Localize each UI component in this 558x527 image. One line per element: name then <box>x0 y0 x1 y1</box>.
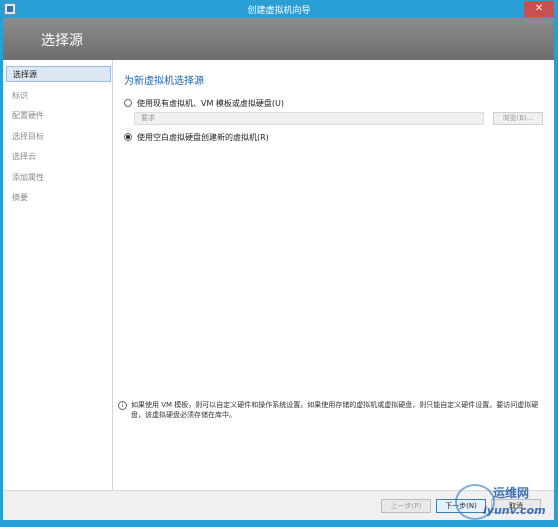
info-icon: i <box>118 401 127 410</box>
close-button[interactable]: ✕ <box>524 1 554 17</box>
window-title: 创建虚拟机向导 <box>247 6 311 16</box>
info-message: i 如果使用 VM 模板，则可以自定义硬件和操作系统设置。如果使用存储的虚拟机或… <box>118 400 548 424</box>
option-blank-disk[interactable]: 使用空白虚拟硬盘创建新的虚拟机(R) <box>124 131 269 143</box>
wizard-footer: 上一步(P) 下一步(N) 取消 <box>3 490 554 520</box>
option-blank-disk-label: 使用空白虚拟硬盘创建新的虚拟机(R) <box>137 132 269 142</box>
sidebar-item-add-properties[interactable]: 添加属性 <box>6 170 111 186</box>
info-text: 如果使用 VM 模板，则可以自定义硬件和操作系统设置。如果使用存储的虚拟机或虚拟… <box>131 401 539 419</box>
sidebar-item-select-destination[interactable]: 选择目标 <box>6 129 111 145</box>
section-title: 为新虚拟机选择源 <box>124 76 204 87</box>
next-button[interactable]: 下一步(N) <box>436 499 486 513</box>
radio-blank-disk[interactable] <box>124 133 132 141</box>
sidebar-item-identity[interactable]: 标识 <box>6 88 111 104</box>
sidebar-item-select-cloud[interactable]: 选择云 <box>6 149 111 165</box>
main-panel: 为新虚拟机选择源 使用现有虚拟机、VM 模板或虚拟硬盘(U) 要求 浏览(B).… <box>116 60 554 490</box>
page-header: 选择源 <box>3 18 554 60</box>
sidebar-item-summary[interactable]: 摘要 <box>6 190 111 206</box>
source-path-input[interactable]: 要求 <box>134 112 484 125</box>
option-existing-source-label: 使用现有虚拟机、VM 模板或虚拟硬盘(U) <box>137 98 285 108</box>
wizard-content: 选择源 标识 配置硬件 选择目标 选择云 添加属性 摘要 为新虚拟机选择源 使用… <box>3 60 554 520</box>
page-title: 选择源 <box>41 33 83 49</box>
radio-existing-source[interactable] <box>124 99 132 107</box>
title-bar: 创建虚拟机向导 ✕ <box>0 0 558 18</box>
wizard-window: 创建虚拟机向导 ✕ 选择源 选择源 标识 配置硬件 选择目标 选择云 添加属性 … <box>0 0 558 527</box>
option-existing-source[interactable]: 使用现有虚拟机、VM 模板或虚拟硬盘(U) <box>124 97 284 109</box>
sidebar-item-configure-hardware[interactable]: 配置硬件 <box>6 108 111 124</box>
sidebar-item-select-source[interactable]: 选择源 <box>6 66 111 82</box>
browse-button[interactable]: 浏览(B)... <box>493 112 543 125</box>
cancel-button[interactable]: 取消 <box>491 499 541 513</box>
previous-button[interactable]: 上一步(P) <box>381 499 431 513</box>
wizard-steps-sidebar: 选择源 标识 配置硬件 选择目标 选择云 添加属性 摘要 <box>3 60 113 490</box>
